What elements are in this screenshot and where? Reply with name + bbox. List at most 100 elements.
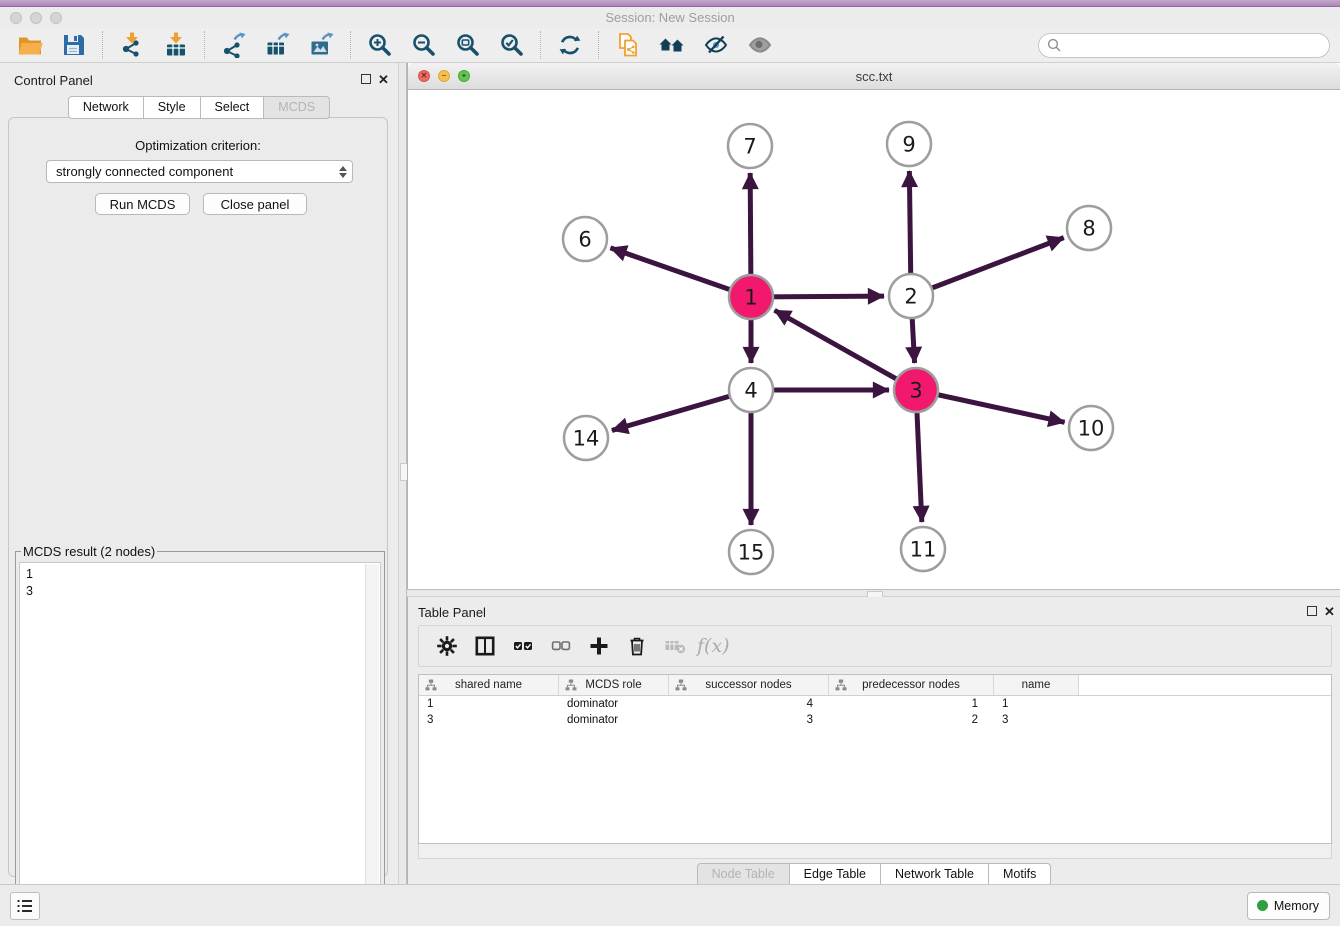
close-panel-button[interactable]: Close panel <box>203 193 307 215</box>
add-column-button[interactable] <box>583 629 615 663</box>
graph-node-10[interactable]: 10 <box>1069 406 1113 450</box>
node-label: 7 <box>743 135 756 159</box>
delete-table-button <box>659 629 691 663</box>
vertical-splitter[interactable] <box>398 63 407 884</box>
task-history-button[interactable] <box>10 892 40 920</box>
toolbar-separator <box>102 31 104 59</box>
zoom-out-button[interactable] <box>404 29 444 61</box>
zoom-in-icon <box>367 32 393 58</box>
column-header-MCDS-role[interactable]: MCDS role <box>559 675 669 695</box>
refresh-view-button[interactable] <box>550 29 590 61</box>
delete-columns-button[interactable] <box>621 629 653 663</box>
result-node-id: 1 <box>20 563 380 583</box>
run-mcds-button[interactable]: Run MCDS <box>95 193 190 215</box>
node-label: 6 <box>578 228 591 252</box>
column-header-name[interactable]: name <box>994 675 1079 695</box>
zoom-selected-icon <box>499 32 525 58</box>
network-window-titlebar: ✕ − + scc.txt <box>408 63 1340 90</box>
criterion-dropdown[interactable]: strongly connected component <box>46 160 353 183</box>
tab-mcds[interactable]: MCDS <box>264 96 330 119</box>
main-toolbar <box>0 28 1340 63</box>
network-view-window: ✕ − + scc.txt 7 9 6 8 1 2 4 3 14 10 15 11 <box>407 63 1340 589</box>
table-settings-icon <box>436 635 458 657</box>
graph-node-8[interactable]: 8 <box>1067 206 1111 250</box>
control-panel-title: Control Panel <box>14 73 93 88</box>
network-canvas[interactable]: 7 9 6 8 1 2 4 3 14 10 15 11 <box>408 90 1340 589</box>
tab-edge-table[interactable]: Edge Table <box>790 863 881 886</box>
import-table-button[interactable] <box>156 29 196 61</box>
graph-node-4[interactable]: 4 <box>729 368 773 412</box>
export-table-button[interactable] <box>258 29 298 61</box>
graph-node-6[interactable]: 6 <box>563 217 607 261</box>
node-label: 2 <box>904 285 917 309</box>
graph-node-2[interactable]: 2 <box>889 274 933 318</box>
table-horizontal-scrollbar[interactable] <box>418 844 1332 859</box>
graph-edge-3-1[interactable] <box>775 310 916 390</box>
show-all-button[interactable] <box>740 29 780 61</box>
graph-node-14[interactable]: 14 <box>564 416 608 460</box>
zoom-fit-button[interactable] <box>448 29 488 61</box>
save-session-button[interactable] <box>54 29 94 61</box>
graph-edge-2-8[interactable] <box>911 238 1064 296</box>
zoom-in-button[interactable] <box>360 29 400 61</box>
table-row[interactable]: 1dominator411 <box>419 696 1331 712</box>
save-session-icon <box>61 32 87 58</box>
result-scrollbar[interactable] <box>365 564 379 904</box>
horizontal-splitter[interactable] <box>407 589 1340 597</box>
function-builder-icon: f(x) <box>697 635 730 657</box>
export-network-button[interactable] <box>214 29 254 61</box>
export-table-icon <box>265 32 291 58</box>
delete-columns-icon <box>626 635 648 657</box>
control-panel: Control Panel ✕ NetworkStyleSelectMCDS O… <box>0 63 398 884</box>
table-panel-float-icon[interactable] <box>1307 606 1317 616</box>
column-header-shared-name[interactable]: shared name <box>419 675 559 695</box>
table-settings-button[interactable] <box>431 629 463 663</box>
column-tree-icon <box>565 679 577 691</box>
column-header-successor-nodes[interactable]: successor nodes <box>669 675 829 695</box>
zoom-selected-button[interactable] <box>492 29 532 61</box>
tab-node-table[interactable]: Node Table <box>697 863 790 886</box>
graph-node-7[interactable]: 7 <box>728 124 772 168</box>
memory-button[interactable]: Memory <box>1247 892 1330 920</box>
optimization-criterion-label: Optimization criterion: <box>9 138 387 153</box>
deselect-all-button[interactable] <box>545 629 577 663</box>
table-body: 1dominator4113dominator323 <box>419 696 1331 728</box>
import-network-button[interactable] <box>112 29 152 61</box>
node-label: 14 <box>573 427 600 451</box>
graph-node-11[interactable]: 11 <box>901 527 945 571</box>
select-all-button[interactable] <box>507 629 539 663</box>
table-panel-close-icon[interactable]: ✕ <box>1324 605 1335 618</box>
graph-node-15[interactable]: 15 <box>729 530 773 574</box>
result-node-id: 3 <box>20 583 380 600</box>
search-field <box>1038 33 1330 58</box>
open-session-button[interactable] <box>10 29 50 61</box>
tab-network-table[interactable]: Network Table <box>881 863 989 886</box>
tab-motifs[interactable]: Motifs <box>989 863 1051 886</box>
graph-node-1[interactable]: 1 <box>729 275 773 319</box>
toolbar-separator <box>204 31 206 59</box>
export-network-icon <box>221 32 247 58</box>
tab-style[interactable]: Style <box>144 96 201 119</box>
export-image-icon <box>309 32 335 58</box>
toolbar-separator <box>598 31 600 59</box>
mcds-result-title: MCDS result (2 nodes) <box>21 544 157 559</box>
zoom-fit-icon <box>455 32 481 58</box>
float-panel-icon[interactable] <box>361 74 371 84</box>
tab-select[interactable]: Select <box>201 96 265 119</box>
table-row[interactable]: 3dominator323 <box>419 712 1331 728</box>
graph-node-3[interactable]: 3 <box>894 368 938 412</box>
mcds-result-text[interactable]: 13 <box>19 562 381 906</box>
column-tree-icon <box>835 679 847 691</box>
export-image-button[interactable] <box>302 29 342 61</box>
hide-selected-button[interactable] <box>696 29 736 61</box>
cell-MCDS-role: dominator <box>559 696 669 712</box>
graph-node-9[interactable]: 9 <box>887 122 931 166</box>
close-panel-icon[interactable]: ✕ <box>378 73 389 86</box>
task-list-icon <box>16 898 34 914</box>
tab-network[interactable]: Network <box>68 96 144 119</box>
copy-network-button[interactable] <box>608 29 648 61</box>
first-neighbors-button[interactable] <box>652 29 692 61</box>
split-view-button[interactable] <box>469 629 501 663</box>
search-input[interactable] <box>1038 33 1330 58</box>
column-header-predecessor-nodes[interactable]: predecessor nodes <box>829 675 994 695</box>
